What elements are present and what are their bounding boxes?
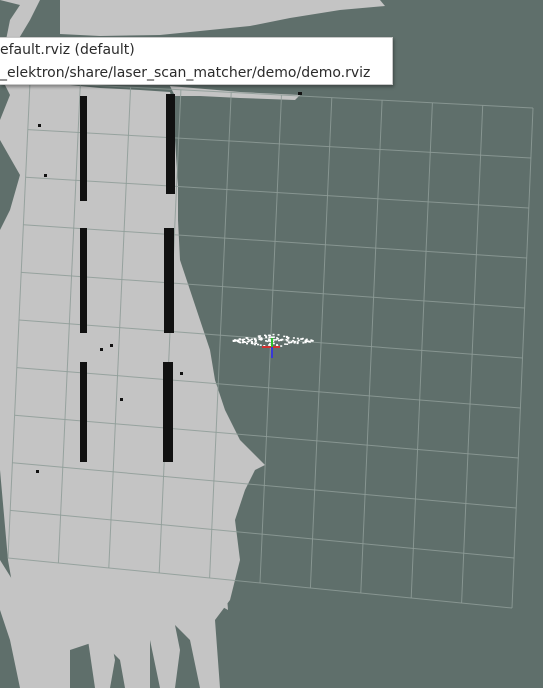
laser-point (288, 342, 291, 344)
laser-point (254, 342, 257, 344)
laser-point (286, 343, 289, 345)
laser-point (283, 335, 286, 338)
laser-point (304, 341, 307, 344)
laser-point (310, 340, 313, 342)
laser-point (273, 339, 276, 341)
laser-point (296, 341, 299, 343)
grid-line-v-9 (461, 105, 484, 604)
laser-point (285, 338, 288, 341)
laser-point (250, 340, 253, 343)
grid-line-v-7 (360, 100, 383, 594)
obstacle-dot-8 (298, 92, 302, 95)
laser-point (265, 336, 268, 339)
laser-point (247, 341, 250, 343)
laser-point (259, 335, 262, 337)
laser-point (247, 338, 250, 341)
laser-point (296, 337, 299, 340)
laser-point (281, 338, 284, 341)
laser-point (242, 341, 245, 343)
laser-point (268, 338, 270, 340)
obstacle-dot-3 (100, 348, 103, 351)
laser-point (278, 339, 280, 342)
obstacle-dot-7 (36, 470, 39, 473)
obstacle-wall-4 (164, 228, 174, 333)
occupancy-free-space (0, 0, 385, 688)
config-recent-menu: efault.rviz (default) _elektron/share/la… (0, 37, 393, 85)
laser-point (237, 340, 239, 343)
obstacle-dot-4 (110, 344, 113, 347)
laser-point (276, 337, 278, 339)
laser-point (271, 336, 274, 338)
obstacle-dot-5 (120, 398, 123, 401)
obstacle-wall-3 (80, 228, 87, 333)
laser-point (268, 336, 271, 338)
laser-point (272, 342, 275, 345)
laser-point (250, 338, 253, 340)
laser-point (292, 339, 295, 342)
free-space-top-rays (60, 0, 385, 36)
laser-point (275, 339, 278, 341)
render-viewport[interactable] (0, 0, 543, 688)
obstacle-wall-1 (80, 96, 87, 201)
obstacle-wall-5 (80, 362, 87, 462)
laser-point (268, 334, 271, 337)
robot-axes-icon (262, 338, 280, 358)
laser-point (305, 338, 308, 341)
obstacle-dot-6 (180, 372, 183, 375)
laser-point (258, 336, 261, 339)
config-menu-item-demo[interactable]: _elektron/share/laser_scan_matcher/demo/… (0, 62, 370, 84)
laser-point (277, 334, 280, 336)
map-scene (0, 0, 534, 688)
grid-line-v-10 (511, 107, 534, 609)
laser-point (287, 337, 290, 339)
laser-point (246, 342, 248, 345)
config-menu-item-default[interactable]: efault.rviz (default) (0, 39, 135, 61)
laser-point (272, 333, 275, 336)
laser-point (297, 339, 300, 341)
laser-point (243, 338, 246, 341)
laser-point (259, 338, 262, 340)
laser-point (254, 338, 257, 341)
laser-point (234, 339, 237, 342)
laser-point (269, 343, 271, 345)
obstacle-wall-2 (166, 94, 175, 194)
laser-point (284, 343, 287, 345)
laser-point (265, 340, 267, 342)
laser-point (253, 343, 256, 346)
laser-point (280, 345, 283, 347)
laser-point (293, 342, 296, 344)
laser-point (264, 334, 266, 337)
laser-point (239, 338, 242, 341)
laser-point (257, 343, 259, 346)
laser-point (259, 344, 262, 346)
laser-point (296, 342, 299, 345)
grid-line-v-6 (309, 97, 333, 589)
laser-point (307, 340, 310, 342)
laser-point (292, 337, 295, 339)
obstacle-dot-2 (44, 174, 47, 177)
laser-point (245, 337, 248, 339)
obstacle-dot-1 (38, 124, 41, 127)
laser-point (305, 340, 308, 342)
laser-point (301, 337, 304, 340)
obstacle-wall-6 (163, 362, 173, 462)
laser-point (302, 342, 305, 344)
laser-point (254, 340, 257, 343)
grid-line-v-8 (410, 102, 433, 599)
